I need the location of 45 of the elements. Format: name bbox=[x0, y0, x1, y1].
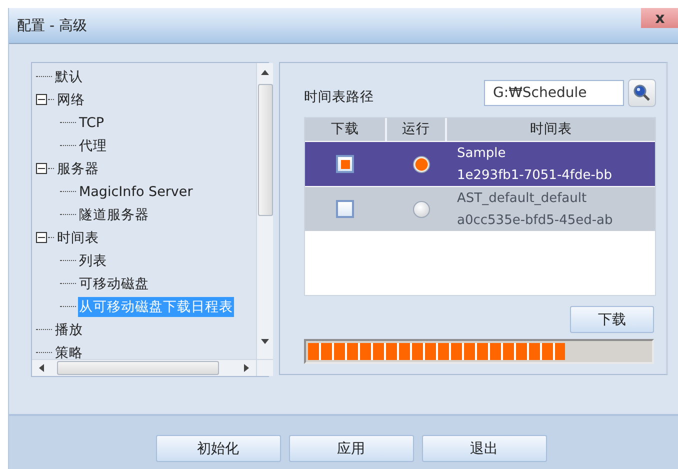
schedule-name: Sample bbox=[457, 146, 506, 161]
collapse-icon[interactable] bbox=[36, 163, 47, 174]
window-title: 配置 - 高级 bbox=[17, 16, 87, 34]
schedule-id: a0cc535e-bfd5-45ed-ab bbox=[457, 213, 613, 228]
collapse-icon[interactable] bbox=[36, 232, 47, 243]
scrollbar-corner bbox=[256, 359, 273, 376]
scroll-thumb[interactable] bbox=[57, 361, 219, 375]
table-row[interactable]: AST_default_default a0cc535e-bfd5-45ed-ab bbox=[305, 187, 655, 231]
collapse-icon[interactable] bbox=[36, 94, 47, 105]
tree-item[interactable]: 网络 bbox=[56, 90, 86, 110]
dialog-button[interactable]: 应用 bbox=[288, 435, 414, 462]
scroll-right-icon[interactable] bbox=[243, 363, 250, 373]
tree-item[interactable]: 可移动磁盘 bbox=[78, 274, 150, 294]
path-label: 时间表路径 bbox=[304, 88, 375, 106]
run-radio[interactable] bbox=[412, 156, 430, 172]
run-radio[interactable] bbox=[412, 200, 430, 218]
scroll-down-icon[interactable] bbox=[260, 338, 270, 345]
column-header[interactable]: 下载 bbox=[305, 118, 385, 141]
scroll-up-icon[interactable] bbox=[260, 69, 270, 76]
download-checkbox[interactable] bbox=[336, 200, 354, 218]
scroll-left-icon[interactable] bbox=[38, 363, 45, 373]
tree-item[interactable]: 时间表 bbox=[56, 228, 100, 248]
search-icon bbox=[633, 84, 651, 102]
table-row[interactable]: Sample 1e293fb1-7051-4fde-bb bbox=[305, 142, 655, 186]
tree-item[interactable]: 服务器 bbox=[56, 158, 100, 178]
tree-item[interactable]: 隧道服务器 bbox=[78, 204, 150, 224]
dialog-button[interactable]: 退出 bbox=[422, 435, 546, 462]
schedule-id: 1e293fb1-7051-4fde-bb bbox=[457, 168, 612, 183]
close-button[interactable]: x bbox=[641, 8, 678, 28]
dialog-button[interactable]: 初始化 bbox=[156, 435, 280, 462]
tree-item[interactable]: MagicInfo Server bbox=[78, 182, 194, 200]
download-button[interactable]: 下载 bbox=[570, 306, 654, 333]
tree-item[interactable]: 默认 bbox=[54, 66, 84, 86]
path-field[interactable]: G:₩Schedule bbox=[484, 80, 624, 106]
horizontal-scrollbar[interactable] bbox=[32, 359, 256, 376]
tree-item[interactable]: 列表 bbox=[78, 250, 108, 270]
scroll-thumb[interactable] bbox=[258, 84, 272, 216]
tree-item[interactable]: 播放 bbox=[54, 320, 84, 340]
schedule-name: AST_default_default bbox=[457, 191, 587, 206]
tree-item[interactable]: 代理 bbox=[78, 136, 108, 156]
tree-item[interactable]: TCP bbox=[78, 114, 106, 132]
search-button[interactable] bbox=[628, 79, 656, 107]
tree-item[interactable]: 策略 bbox=[54, 342, 84, 359]
download-checkbox[interactable] bbox=[336, 155, 354, 173]
vertical-scrollbar[interactable] bbox=[256, 63, 273, 359]
